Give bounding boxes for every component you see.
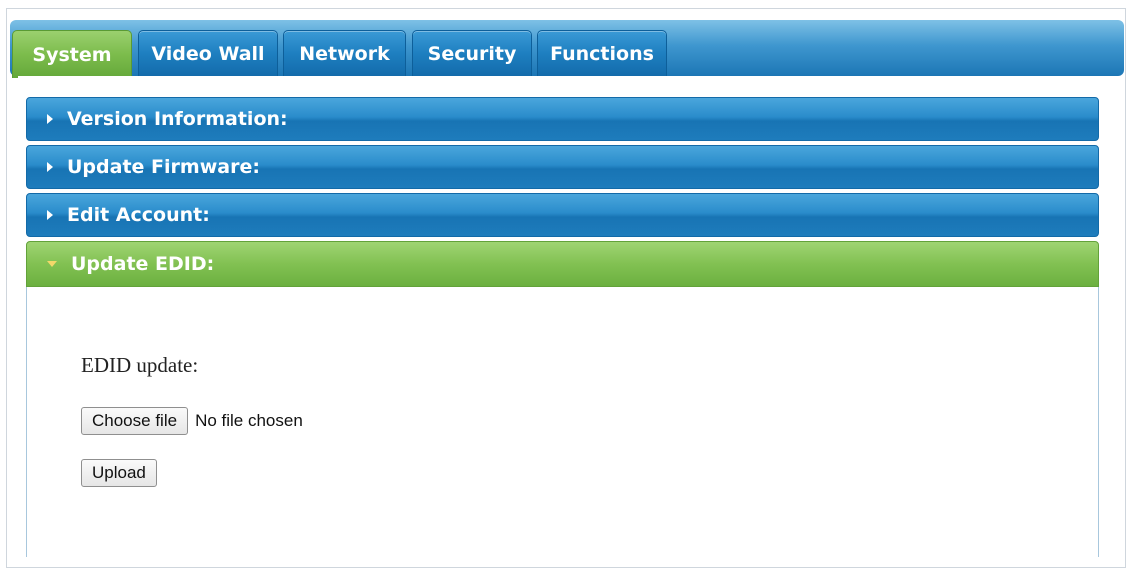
accordion-update-firmware[interactable]: Update Firmware:: [26, 145, 1099, 189]
upload-button[interactable]: Upload: [81, 459, 157, 487]
tab-network[interactable]: Network: [283, 30, 406, 76]
tab-label: Network: [299, 42, 390, 65]
accordion-version-information[interactable]: Version Information:: [26, 97, 1099, 141]
accordion-label: Version Information:: [67, 108, 288, 130]
update-edid-panel: EDID update: Choose file No file chosen …: [26, 287, 1099, 557]
edid-update-label: EDID update:: [81, 353, 199, 377]
accordion-label: Update EDID:: [71, 253, 215, 275]
tab-label: Functions: [550, 42, 654, 65]
accordion-update-edid[interactable]: Update EDID:: [26, 241, 1099, 287]
file-input: Choose file No file chosen: [81, 407, 303, 435]
choose-file-button[interactable]: Choose file: [81, 407, 189, 435]
tab-label: Security: [427, 42, 517, 65]
tab-security[interactable]: Security: [412, 30, 532, 76]
tab-label: System: [32, 43, 112, 66]
tab-label: Video Wall: [151, 42, 265, 65]
tab-video-wall[interactable]: Video Wall: [138, 30, 278, 76]
caret-right-icon: [47, 114, 53, 124]
caret-right-icon: [47, 210, 53, 220]
tab-system[interactable]: System: [12, 30, 132, 78]
accordion-label: Edit Account:: [67, 204, 210, 226]
caret-right-icon: [47, 162, 53, 172]
file-status-text: No file chosen: [195, 411, 303, 430]
tab-functions[interactable]: Functions: [537, 30, 667, 76]
accordion-label: Update Firmware:: [67, 156, 260, 178]
tab-bar: System Video Wall Network Security Funct…: [10, 20, 1124, 78]
accordion-edit-account[interactable]: Edit Account:: [26, 193, 1099, 237]
caret-down-icon: [47, 261, 57, 267]
